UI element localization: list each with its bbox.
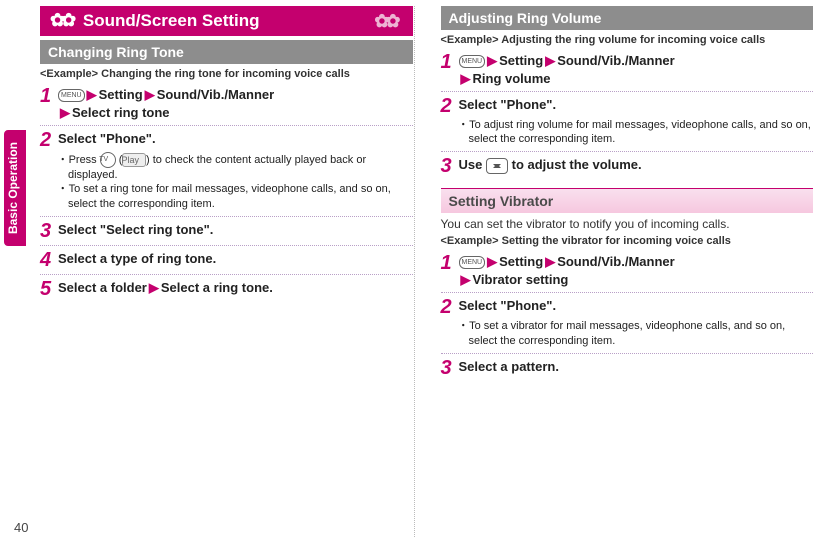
section-adjusting-ring-volume: Adjusting Ring Volume	[441, 6, 814, 30]
step2-note2: To set a ring tone for mail messages, vi…	[68, 182, 413, 212]
example-line: <Example> Setting the vibrator for incom…	[441, 235, 814, 247]
stepB-1: 1 MENU▶Setting▶Sound/Vib./Manner ▶Vibrat…	[441, 253, 814, 293]
step-3: 3 Select "Select ring tone".	[40, 221, 413, 246]
column-divider	[414, 6, 415, 537]
menu-icon: MENU	[459, 256, 486, 269]
menu-icon: MENU	[58, 89, 85, 102]
example-line: <Example> Adjusting the ring volume for …	[441, 34, 814, 46]
step2-note1: Press TV (Play) to check the content act…	[68, 152, 413, 183]
step-2: 2 Select "Phone". Press TV (Play) to che…	[40, 130, 413, 217]
main-header: ✿✿ Sound/Screen Setting ✿✿	[40, 6, 413, 36]
menu-icon: MENU	[459, 55, 486, 68]
arrow-icon: ▶	[485, 53, 499, 68]
arrow-icon: ▶	[485, 254, 499, 269]
play-button-label: Play	[122, 153, 146, 167]
step-4: 4 Select a type of ring tone.	[40, 250, 413, 275]
section-changing-ring-tone: Changing Ring Tone	[40, 40, 413, 64]
arrow-icon: ▶	[143, 87, 157, 102]
stepB-3: 3 Select a pattern.	[441, 358, 814, 382]
arrow-icon: ▶	[459, 272, 473, 287]
left-column: ✿✿ Sound/Screen Setting ✿✿ Changing Ring…	[0, 0, 427, 543]
arrow-icon: ▶	[543, 254, 557, 269]
section-setting-vibrator: Setting Vibrator	[441, 188, 814, 213]
puzzle-icon: ✿✿	[50, 11, 72, 29]
stepB-2: 2 Select "Phone". To set a vibrator for …	[441, 297, 814, 353]
step-5: 5 Select a folder▶Select a ring tone.	[40, 279, 413, 303]
right-column: Adjusting Ring Volume <Example> Adjustin…	[427, 0, 827, 543]
arrow-icon: ▶	[147, 280, 161, 295]
main-header-title: Sound/Screen Setting	[83, 11, 260, 30]
tv-icon: TV	[100, 152, 116, 168]
vibrator-intro: You can set the vibrator to notify you o…	[441, 217, 814, 231]
arrow-icon: ▶	[543, 53, 557, 68]
stepA-2: 2 Select "Phone". To adjust ring volume …	[441, 96, 814, 152]
step-1: 1 MENU▶Setting▶Sound/Vib./Manner ▶Select…	[40, 86, 413, 126]
puzzle-icon-right: ✿✿	[374, 12, 396, 30]
stepA-1: 1 MENU▶Setting▶Sound/Vib./Manner ▶Ring v…	[441, 52, 814, 92]
navigation-key-icon	[486, 158, 508, 174]
stepA-3: 3 Use to adjust the volume.	[441, 156, 814, 180]
arrow-icon: ▶	[58, 105, 72, 120]
arrow-icon: ▶	[459, 71, 473, 86]
arrow-icon: ▶	[85, 87, 99, 102]
example-line: <Example> Changing the ring tone for inc…	[40, 68, 413, 80]
